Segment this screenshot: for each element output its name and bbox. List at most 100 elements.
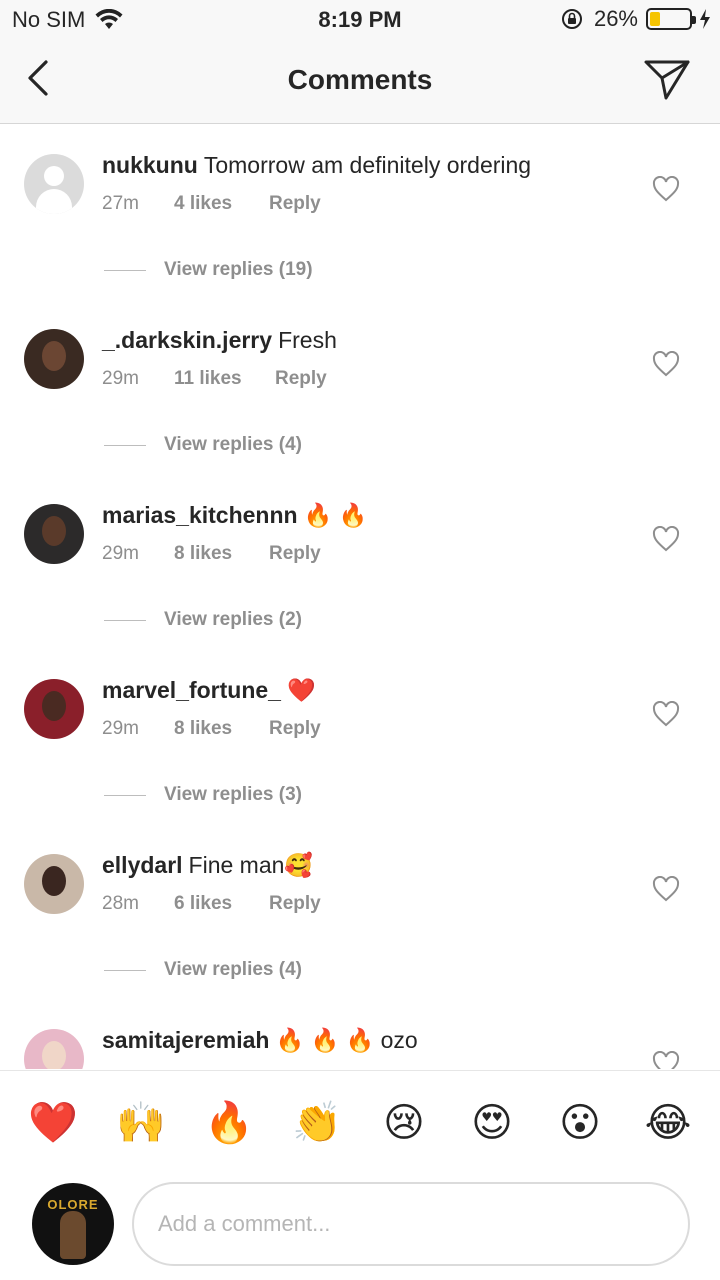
- heart-icon: [652, 875, 680, 902]
- emoji-crying-button[interactable]: 😢: [380, 1099, 428, 1147]
- like-button[interactable]: [652, 875, 680, 902]
- heart-icon: [652, 175, 680, 202]
- avatar[interactable]: [24, 504, 84, 564]
- chevron-left-icon: [28, 60, 48, 96]
- comment-username[interactable]: ellydarl: [102, 852, 183, 878]
- share-button[interactable]: [642, 54, 692, 104]
- comment-item: marias_kitchennn 🔥 🔥 29m 8 likes Reply Vi…: [0, 475, 720, 650]
- comment-meta: 28m 6 likes Reply: [102, 893, 321, 915]
- current-user-avatar[interactable]: OLORE: [32, 1183, 114, 1265]
- avatar-brand-text: OLORE: [47, 1197, 99, 1212]
- view-replies-label: View replies (2): [164, 609, 302, 630]
- paper-plane-icon: [644, 60, 690, 100]
- comment-username[interactable]: marvel_fortune_: [102, 677, 281, 703]
- view-replies-label: View replies (3): [164, 784, 302, 805]
- comment-text: marvel_fortune_ ❤️: [102, 677, 316, 704]
- comment-likes[interactable]: 11 likes: [174, 368, 275, 390]
- comment-item: marvel_fortune_ ❤️ 29m 8 likes Reply View…: [0, 650, 720, 825]
- heart-icon: [652, 700, 680, 727]
- comment-text: ellydarl Fine man🥰: [102, 852, 313, 879]
- view-replies-label: View replies (4): [164, 434, 302, 455]
- comment-meta: 27m 4 likes Reply: [102, 193, 321, 215]
- view-replies-button[interactable]: View replies (4): [104, 434, 302, 456]
- comment-meta: 29m 11 likes Reply: [102, 368, 327, 390]
- reply-button[interactable]: Reply: [269, 718, 321, 740]
- comment-time: 29m: [102, 718, 139, 739]
- comment-item: ellydarl Fine man🥰 28m 6 likes Reply View…: [0, 825, 720, 1000]
- reply-button[interactable]: Reply: [269, 193, 321, 215]
- comments-list[interactable]: nukkunu Tomorrow am definitely ordering 2…: [0, 125, 720, 1069]
- avatar[interactable]: [24, 1029, 84, 1069]
- avatar[interactable]: [24, 329, 84, 389]
- like-button[interactable]: [652, 1050, 680, 1069]
- replies-divider: [104, 444, 146, 446]
- reply-button[interactable]: Reply: [269, 893, 321, 915]
- battery-icon: [646, 8, 696, 30]
- comment-likes[interactable]: 8 likes: [174, 543, 269, 565]
- view-replies-label: View replies (4): [164, 959, 302, 980]
- heart-icon: [652, 525, 680, 552]
- comment-body: ❤️: [286, 677, 316, 703]
- battery-percent: 26%: [593, 6, 638, 31]
- comment-text: marias_kitchennn 🔥 🔥: [102, 502, 367, 529]
- battery-fill: [650, 12, 660, 26]
- comment-composer: OLORE: [0, 1170, 720, 1280]
- comment-username[interactable]: samitajeremiah: [102, 1027, 269, 1053]
- emoji-surprised-button[interactable]: 😮: [556, 1099, 604, 1147]
- comment-username[interactable]: marias_kitchennn: [102, 502, 298, 528]
- heart-icon: [652, 1050, 680, 1069]
- comment-body: 🔥 🔥 🔥 ozo: [275, 1027, 418, 1053]
- emoji-raised-hands-button[interactable]: 🙌: [116, 1099, 166, 1147]
- like-button[interactable]: [652, 700, 680, 727]
- comment-input[interactable]: [132, 1182, 690, 1266]
- orientation-lock-icon: [561, 9, 582, 29]
- comment-item: _.darkskin.jerry Fresh 29m 11 likes Reply…: [0, 300, 720, 475]
- comment-text: samitajeremiah 🔥 🔥 🔥 ozo: [102, 1027, 418, 1054]
- avatar[interactable]: [24, 854, 84, 914]
- replies-divider: [104, 794, 146, 796]
- like-button[interactable]: [652, 175, 680, 202]
- comment-body: Fine man🥰: [188, 852, 314, 878]
- view-replies-button[interactable]: View replies (3): [104, 784, 302, 806]
- avatar[interactable]: [24, 679, 84, 739]
- emoji-clapping-button[interactable]: 👏: [292, 1099, 342, 1147]
- status-bar: No SIM 8:19 PM 26%: [0, 0, 720, 40]
- view-replies-button[interactable]: View replies (4): [104, 959, 302, 981]
- comment-meta: 29m 8 likes Reply: [102, 718, 321, 740]
- page-title: Comments: [287, 64, 433, 95]
- like-button[interactable]: [652, 350, 680, 377]
- comment-body: Tomorrow am definitely ordering: [203, 152, 532, 178]
- comment-username[interactable]: _.darkskin.jerry: [102, 327, 272, 353]
- emoji-fire-button[interactable]: 🔥: [204, 1099, 254, 1147]
- view-replies-button[interactable]: View replies (19): [104, 259, 313, 281]
- comment-item: samitajeremiah 🔥 🔥 🔥 ozo: [0, 1000, 720, 1069]
- heart-icon: [652, 350, 680, 377]
- comment-body: 🔥 🔥: [303, 502, 368, 528]
- comment-text: _.darkskin.jerry Fresh: [102, 327, 337, 354]
- view-replies-button[interactable]: View replies (2): [104, 609, 302, 631]
- comment-time: 27m: [102, 193, 139, 214]
- quick-reactions-bar: ❤️ 🙌 🔥 👏 😢 😍 😮 😂: [0, 1070, 720, 1170]
- avatar[interactable]: [24, 154, 84, 214]
- replies-divider: [104, 619, 146, 621]
- comment-item: nukkunu Tomorrow am definitely ordering 2…: [0, 125, 720, 300]
- emoji-heart-button[interactable]: ❤️: [28, 1099, 78, 1147]
- nav-header: Comments: [0, 40, 720, 124]
- back-button[interactable]: [18, 56, 62, 100]
- comment-time: 29m: [102, 543, 139, 564]
- comment-likes[interactable]: 4 likes: [174, 193, 269, 215]
- comment-likes[interactable]: 8 likes: [174, 718, 269, 740]
- replies-divider: [104, 269, 146, 271]
- reply-button[interactable]: Reply: [275, 368, 327, 390]
- comment-likes[interactable]: 6 likes: [174, 893, 269, 915]
- charging-bolt-icon: [700, 9, 710, 29]
- view-replies-label: View replies (19): [164, 259, 313, 280]
- emoji-heart-eyes-button[interactable]: 😍: [468, 1099, 516, 1147]
- emoji-laughing-button[interactable]: 😂: [644, 1099, 692, 1147]
- reply-button[interactable]: Reply: [269, 543, 321, 565]
- comment-meta: 29m 8 likes Reply: [102, 543, 321, 565]
- replies-divider: [104, 969, 146, 971]
- comment-time: 28m: [102, 893, 139, 914]
- comment-username[interactable]: nukkunu: [102, 152, 198, 178]
- like-button[interactable]: [652, 525, 680, 552]
